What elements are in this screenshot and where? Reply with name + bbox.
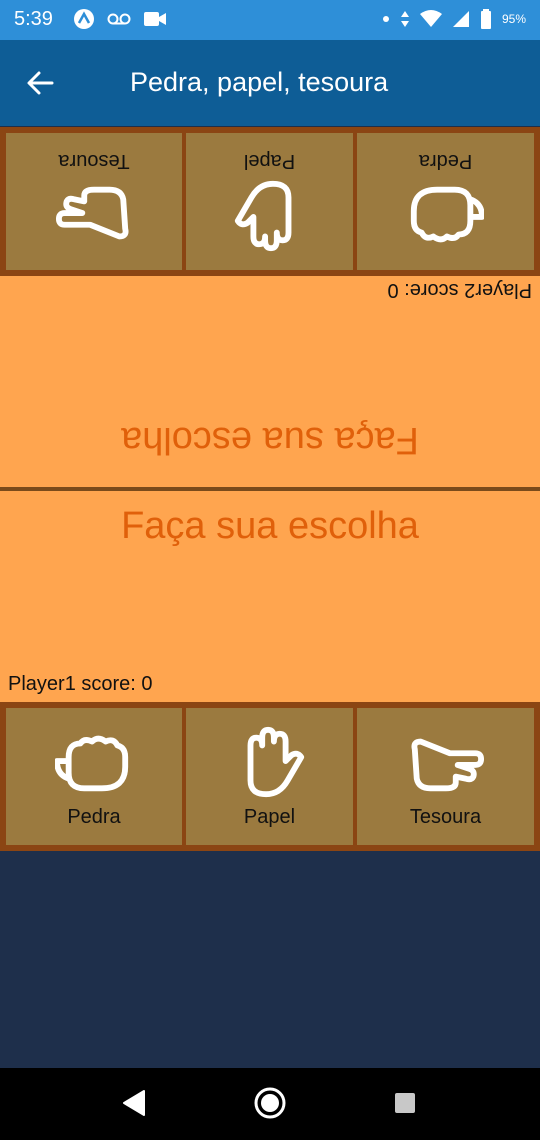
scissors-hand-icon: [55, 186, 129, 240]
arrow-left-icon: [27, 71, 54, 95]
signal-icon: [452, 11, 469, 27]
choice-label: Papel: [243, 806, 296, 828]
open-hand-icon: [235, 180, 292, 252]
player1-score: Player1 score: 0: [8, 673, 153, 695]
player1-area: Faça sua escolha Player1 score: 0: [0, 491, 540, 702]
player1-choice-tesoura[interactable]: Tesoura: [357, 708, 534, 845]
player2-choice-papel[interactable]: Papel: [186, 133, 353, 270]
player1-prompt: Faça sua escolha: [121, 505, 419, 547]
choice-label: Pedra: [418, 150, 473, 172]
choice-label: Pedra: [67, 806, 121, 828]
system-nav-bar: [0, 1068, 540, 1140]
dot-icon: [382, 16, 389, 22]
player1-choice-papel[interactable]: Papel: [186, 708, 353, 845]
fist-icon: [55, 735, 129, 792]
player2-score: Player2 score: 0: [387, 279, 532, 301]
app-notification-icon: [74, 9, 94, 29]
battery-level: 95%: [501, 12, 526, 26]
player2-area-content: Faça sua escolha Player2 score: 0: [0, 276, 540, 487]
page-title: Pedra, papel, tesoura: [130, 67, 389, 97]
status-system-icons: 95%: [382, 9, 526, 29]
scissors-hand-icon: [411, 738, 484, 792]
app-bar: Pedra, papel, tesoura: [0, 40, 540, 126]
choice-label: Tesoura: [58, 150, 130, 172]
wifi-icon: [419, 10, 442, 27]
player2-choice-panel: Tesoura Papel Pedra: [0, 127, 540, 276]
status-notifications: [73, 8, 167, 30]
voicemail-icon: [107, 13, 131, 25]
player1-choice-pedra[interactable]: Pedra: [6, 708, 182, 845]
player2-area: Faça sua escolha Player2 score: 0: [0, 276, 540, 487]
battery-icon: [480, 9, 491, 29]
back-triangle-icon[interactable]: [120, 1088, 148, 1118]
status-time: 5:39: [14, 8, 53, 30]
player2-choice-pedra[interactable]: Pedra: [357, 133, 534, 270]
home-circle-icon[interactable]: [253, 1086, 287, 1120]
back-button[interactable]: [22, 65, 58, 101]
player1-choice-panel: Pedra Papel Tesoura: [0, 702, 540, 851]
data-arrows-icon: [400, 11, 409, 27]
fist-icon: [411, 186, 485, 243]
recents-square-icon[interactable]: [393, 1091, 417, 1115]
video-record-icon: [144, 12, 166, 26]
player2-choice-tesoura[interactable]: Tesoura: [6, 133, 182, 270]
choice-label: Papel: [243, 150, 296, 172]
choice-label: Tesoura: [409, 806, 482, 828]
player2-prompt: Faça sua escolha: [121, 419, 419, 461]
open-hand-icon: [247, 726, 304, 798]
status-bar: 5:39 95%: [0, 0, 540, 40]
